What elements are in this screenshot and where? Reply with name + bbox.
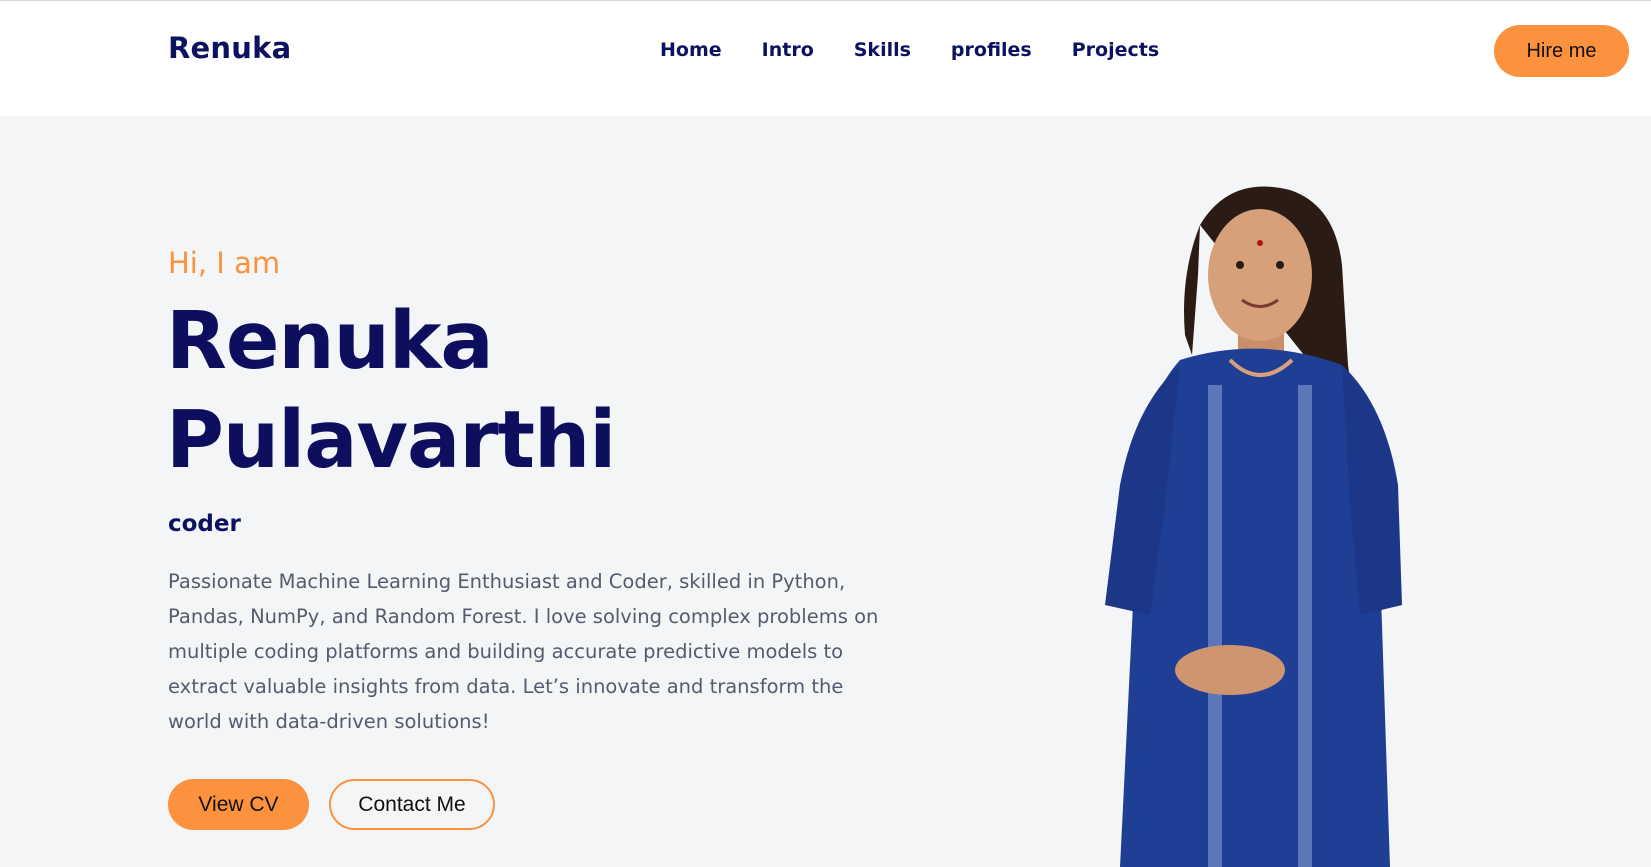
nav-intro[interactable]: Intro: [762, 39, 814, 61]
contact-me-button[interactable]: Contact Me: [329, 779, 495, 830]
hero-name: Renuka Pulavarthi: [166, 292, 616, 490]
nav-skills[interactable]: Skills: [854, 39, 911, 61]
hero-role: coder: [168, 511, 241, 537]
navbar: Renuka Home Intro Skills profiles Projec…: [0, 1, 1651, 116]
hands-shape: [1175, 645, 1285, 695]
profile-photo: [1105, 186, 1402, 867]
embroidery-left-shape: [1208, 385, 1222, 867]
nav-home[interactable]: Home: [660, 39, 722, 61]
hire-me-button[interactable]: Hire me: [1494, 25, 1629, 77]
hero-name-first: Renuka: [166, 295, 494, 387]
left-eye-shape: [1236, 261, 1244, 269]
brand-logo[interactable]: Renuka: [168, 31, 291, 65]
view-cv-button[interactable]: View CV: [168, 779, 309, 830]
nav-projects[interactable]: Projects: [1072, 39, 1159, 61]
hero-name-last: Pulavarthi: [166, 394, 616, 486]
nav-profiles[interactable]: profiles: [951, 39, 1032, 61]
main-nav: Home Intro Skills profiles Projects: [660, 39, 1159, 61]
face-shape: [1208, 209, 1312, 341]
bindi-shape: [1257, 240, 1263, 246]
hero-bio: Passionate Machine Learning Enthusiast a…: [168, 570, 879, 733]
right-eye-shape: [1276, 261, 1284, 269]
embroidery-right-shape: [1298, 385, 1312, 867]
hair-left-shape: [1184, 225, 1200, 355]
hero-greeting: Hi, I am: [168, 246, 281, 280]
